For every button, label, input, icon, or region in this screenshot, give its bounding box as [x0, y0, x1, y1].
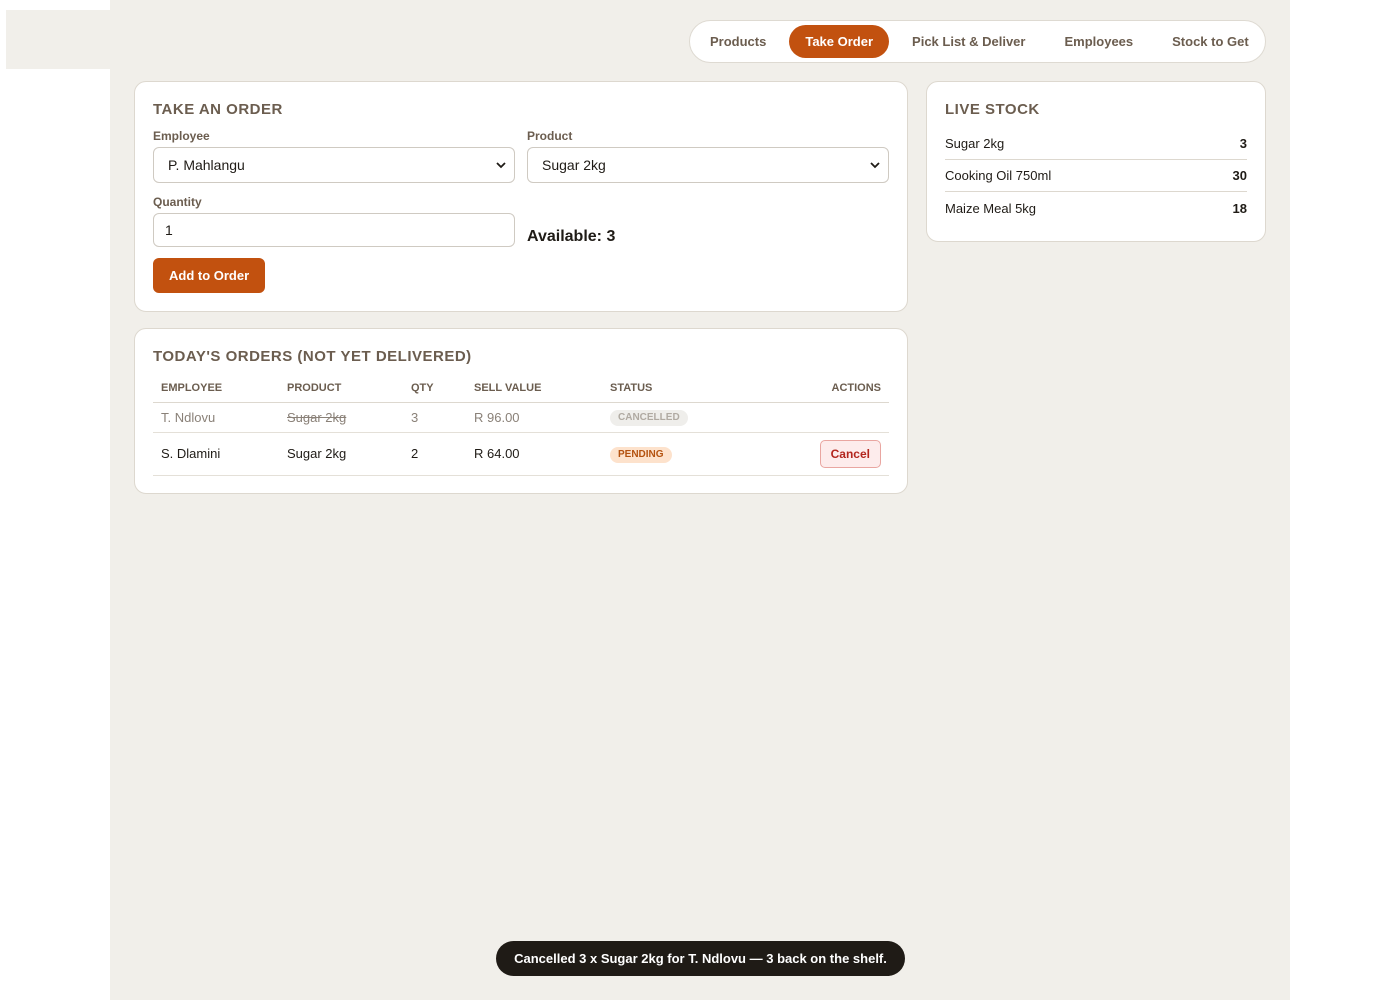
live-stock-card: LIVE STOCK Sugar 2kg 3 Cooking Oil 750ml…	[926, 81, 1266, 242]
col-product: PRODUCT	[279, 374, 403, 403]
add-to-order-button[interactable]: Add to Order	[153, 258, 266, 293]
chevron-down-icon	[496, 162, 506, 169]
left-panel-placeholder	[6, 10, 110, 69]
take-order-title: TAKE AN ORDER	[153, 101, 283, 118]
product-select-value: Sugar 2kg	[542, 157, 606, 173]
chevron-down-icon	[870, 162, 880, 169]
col-employee: EMPLOYEE	[153, 374, 279, 403]
app-container: Products Take Order Pick List & Deliver …	[110, 0, 1290, 1000]
table-row: S. Dlamini Sugar 2kg 2 R 64.00 PENDING C…	[153, 432, 889, 476]
employee-select-value: P. Mahlangu	[168, 157, 245, 173]
employee-label: Employee	[153, 129, 210, 143]
top-nav: Products Take Order Pick List & Deliver …	[689, 20, 1266, 63]
stock-item: Sugar 2kg 3	[945, 128, 1247, 160]
col-sell-value: SELL VALUE	[466, 374, 602, 403]
nav-pick-list-deliver[interactable]: Pick List & Deliver	[896, 25, 1041, 58]
todays-orders-title: TODAY'S ORDERS (NOT YET DELIVERED)	[153, 348, 472, 365]
todays-orders-card: TODAY'S ORDERS (NOT YET DELIVERED) EMPLO…	[134, 328, 908, 494]
quantity-label: Quantity	[153, 195, 202, 209]
nav-products[interactable]: Products	[694, 25, 782, 58]
row-sell-value: R 64.00	[466, 432, 602, 476]
toast-notification: Cancelled 3 x Sugar 2kg for T. Ndlovu — …	[496, 941, 905, 976]
col-actions: ACTIONS	[752, 374, 889, 403]
status-badge: CANCELLED	[610, 410, 688, 426]
product-select[interactable]: Sugar 2kg	[527, 147, 889, 183]
stock-item-qty: 30	[1232, 168, 1247, 183]
status-badge: PENDING	[610, 446, 672, 463]
quantity-input[interactable]: 1	[153, 213, 515, 247]
stock-item: Cooking Oil 750ml 30	[945, 160, 1247, 192]
stock-item-name: Cooking Oil 750ml	[945, 168, 1052, 183]
row-qty: 3	[403, 402, 466, 433]
row-sell-value: R 96.00	[466, 402, 602, 433]
row-actions: Cancel	[752, 432, 889, 476]
col-status: STATUS	[602, 374, 752, 403]
stock-item-qty: 3	[1239, 136, 1247, 151]
nav-employees[interactable]: Employees	[1048, 25, 1149, 58]
stock-item-qty: 18	[1232, 200, 1247, 216]
table-row: T. Ndlovu Sugar 2kg 3 R 96.00 CANCELLED	[153, 402, 889, 433]
stock-item-name: Maize Meal 5kg	[945, 200, 1037, 216]
stock-item-name: Sugar 2kg	[945, 136, 1005, 151]
row-qty: 2	[403, 432, 466, 476]
row-product: Sugar 2kg	[279, 402, 403, 433]
orders-header-row: EMPLOYEE PRODUCT QTY SELL VALUE STATUS A…	[153, 374, 889, 403]
stock-item: Maize Meal 5kg 18	[945, 192, 1247, 224]
orders-table: EMPLOYEE PRODUCT QTY SELL VALUE STATUS A…	[153, 374, 889, 476]
nav-take-order[interactable]: Take Order	[789, 25, 890, 58]
row-product: Sugar 2kg	[279, 432, 403, 476]
row-status-cell: CANCELLED	[602, 402, 752, 433]
nav-stock-to-get[interactable]: Stock to Get	[1156, 25, 1265, 58]
row-employee: S. Dlamini	[153, 432, 279, 476]
cancel-order-button[interactable]: Cancel	[819, 439, 881, 468]
take-order-card: TAKE AN ORDER Employee P. Mahlangu Produ…	[134, 81, 908, 312]
product-label: Product	[527, 129, 573, 143]
row-status-cell: PENDING	[602, 432, 752, 476]
col-qty: QTY	[403, 374, 466, 403]
row-actions	[752, 402, 889, 433]
row-employee: T. Ndlovu	[153, 402, 279, 433]
available-stock-text: Available: 3	[527, 228, 616, 245]
employee-select[interactable]: P. Mahlangu	[153, 147, 515, 183]
live-stock-title: LIVE STOCK	[945, 101, 1040, 118]
